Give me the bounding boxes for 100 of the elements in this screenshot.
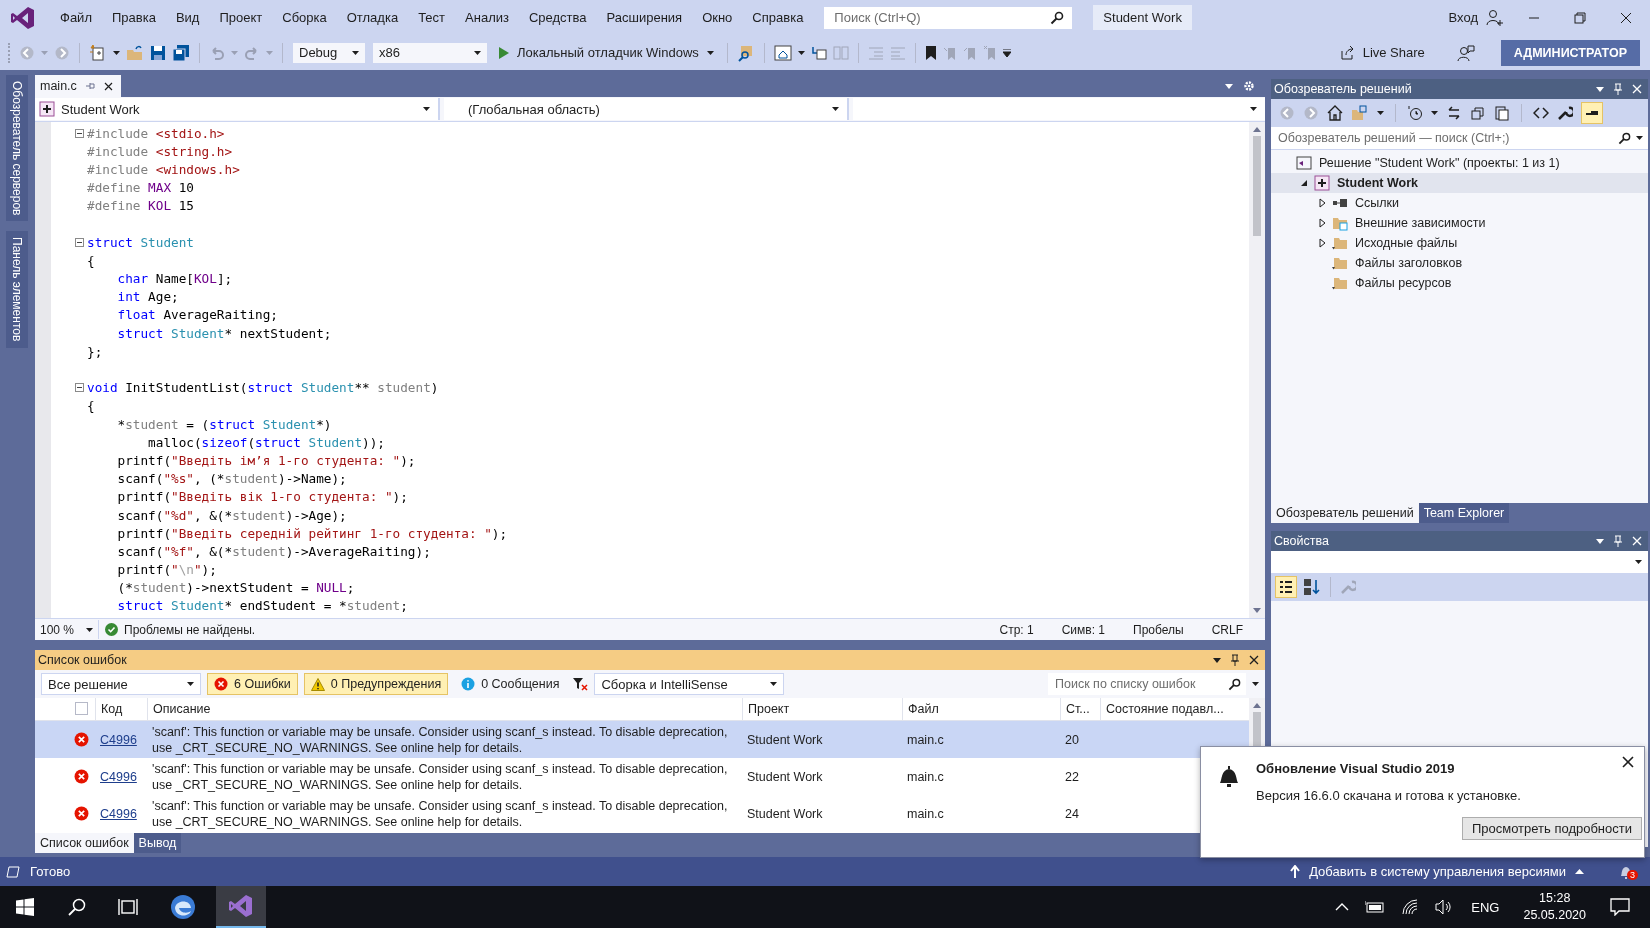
browser-app-icon[interactable] [170,894,196,920]
sync-icon[interactable] [1446,105,1462,121]
caret-icon[interactable] [187,682,194,686]
panel-tab[interactable]: Обозреватель решений [1271,503,1419,523]
up-arrow-icon[interactable] [1290,865,1301,878]
panel-tab[interactable]: Вывод [133,833,182,853]
new-item-icon[interactable] [89,43,107,62]
play-icon[interactable] [498,46,509,59]
configuration-dropdown[interactable]: Debug [292,41,366,64]
expanded-arrow-icon[interactable] [1300,179,1308,187]
zoom-dropdown[interactable]: 100 % [35,620,99,639]
source-control-button[interactable]: Добавить в систему управления версиями [1284,863,1590,880]
show-all-files-icon[interactable] [1494,105,1510,121]
warning-icon[interactable] [310,677,325,691]
dropdown-caret-icon[interactable] [797,50,805,55]
search-box[interactable]: Поиск по списку ошибок [1048,673,1246,695]
dropdown-caret-icon[interactable] [1431,111,1438,115]
battery-icon[interactable] [1365,901,1386,913]
scope-dropdown[interactable]: (Глобальная область) [444,98,849,120]
sort-alphabetical-icon[interactable] [1303,578,1321,596]
error-icon[interactable] [214,677,228,691]
dropdown-caret-icon[interactable] [1596,538,1604,544]
menu-item[interactable]: Файл [50,10,102,25]
settings-icon[interactable] [1243,80,1255,92]
wifi-icon[interactable] [1401,899,1420,915]
dropdown-caret-icon[interactable] [113,50,120,55]
categorized-icon[interactable] [1275,576,1297,598]
switch-views-icon[interactable] [1351,105,1369,121]
search-icon[interactable] [1050,10,1065,25]
tree-item[interactable]: Исходные файлы [1271,233,1648,253]
caret-icon[interactable] [423,107,430,111]
close-icon[interactable] [103,81,113,91]
menu-item[interactable]: Расширения [596,10,693,25]
collapse-icon[interactable] [75,237,84,247]
panel-tab[interactable]: Team Explorer [1418,503,1510,523]
caret-icon[interactable] [770,682,778,686]
column-header[interactable]: Проект [742,698,902,720]
close-icon[interactable] [1622,756,1634,768]
menu-item[interactable]: Средства [518,10,597,25]
scope-dropdown[interactable]: Все решение [41,673,201,695]
dropdown-caret-icon[interactable] [1596,86,1604,92]
tree-item[interactable]: Файлы ресурсов [1271,273,1648,293]
caret-icon[interactable] [832,107,839,111]
search-icon[interactable] [1618,131,1631,145]
tree-item[interactable]: Решение "Student Work" (проекты: 1 из 1) [1271,153,1648,173]
sign-in-link[interactable]: Вход [1448,10,1478,25]
column-header[interactable]: Описание [147,698,742,720]
collapse-icon[interactable] [75,383,84,393]
browser-icon[interactable] [773,44,792,61]
windows-start-icon[interactable] [16,898,34,916]
column-header[interactable]: Код [95,698,147,720]
person-add-icon[interactable] [1486,8,1504,27]
collapsed-arrow-icon[interactable] [1318,218,1326,228]
error-row[interactable]: C4996 'scanf': This function or variable may be unsafe. Consider using scanf_s instead. To disable deprecation, use _CRT_SECURE_NO_WARNINGS. See online help for details. Student Work main.c 20 [35,721,1249,758]
tree-item[interactable]: Student Work [1271,173,1648,193]
issues-status[interactable]: Проблемы не найдены. [124,622,256,637]
error-row[interactable]: C4996 'scanf': This function or variable may be unsafe. Consider using scanf_s instead. To disable deprecation, use _CRT_SECURE_NO_WARNINGS. See online help for details. Student Work main.c 24 [35,795,1249,832]
menu-item[interactable]: Сборка [272,10,337,25]
menu-item[interactable]: Отладка [336,10,409,25]
search-box[interactable]: Поиск (Ctrl+Q) [823,5,1074,30]
clock[interactable]: 15:28 25.05.2020 [1523,890,1586,924]
language-indicator[interactable]: ENG [1471,899,1500,915]
feedback-icon[interactable] [1456,43,1475,62]
document-tab[interactable]: main.c [35,75,121,97]
collapse-icon[interactable] [75,128,84,138]
column-header[interactable]: Файл [902,698,1060,720]
tree-item[interactable]: Внешние зависимости [1271,213,1648,233]
chevron-up-icon[interactable] [1335,903,1350,911]
caret-icon[interactable] [1635,560,1642,564]
search-field[interactable]: Обозреватель решений — поиск (Ctrl+;) [1276,130,1613,146]
collapsed-arrow-icon[interactable] [1318,238,1326,248]
live-share-button[interactable]: Live Share [1333,43,1431,62]
share-icon[interactable] [1339,44,1356,61]
pending-changes-icon[interactable] [1407,105,1423,121]
error-code-link[interactable]: C4996 [100,732,137,747]
collapse-all-icon[interactable] [1470,105,1486,121]
project-icon[interactable] [39,101,55,117]
code-icon[interactable] [1533,105,1549,121]
side-tab[interactable]: Панель элементов [5,231,28,348]
scroll-down-icon[interactable] [1253,608,1261,613]
menu-item[interactable]: Вид [165,10,210,25]
vertical-scrollbar[interactable] [1249,122,1265,618]
filter-toggle[interactable]: 6 Ошибки [207,673,298,695]
search-icon[interactable] [1228,677,1241,691]
start-debugging-button[interactable]: Локальный отладчик Windows [494,45,718,60]
error-row[interactable]: C4996 'scanf': This function or variable may be unsafe. Consider using scanf_s instead. To disable deprecation, use _CRT_SECURE_NO_WARNINGS. See online help for details. Student Work main.c 22 [35,758,1249,795]
find-in-files-icon[interactable] [736,43,755,62]
error-code-link[interactable]: C4996 [100,769,137,784]
app-logo-icon[interactable] [228,893,254,919]
search-field[interactable]: Поиск (Ctrl+Q) [832,9,1045,26]
volume-icon[interactable] [1435,899,1454,915]
view-details-button[interactable]: Просмотреть подробности [1461,817,1642,840]
menu-item[interactable]: Анализ [455,10,519,25]
filter-icon[interactable] [572,676,589,692]
filter-toggle[interactable]: 0 Предупреждения [303,673,449,695]
caret-icon[interactable] [1250,107,1257,111]
task-view-icon[interactable] [118,898,138,916]
scroll-up-icon[interactable] [1253,703,1261,708]
scroll-up-icon[interactable] [1253,127,1261,132]
menu-item[interactable]: Правка [101,10,166,25]
